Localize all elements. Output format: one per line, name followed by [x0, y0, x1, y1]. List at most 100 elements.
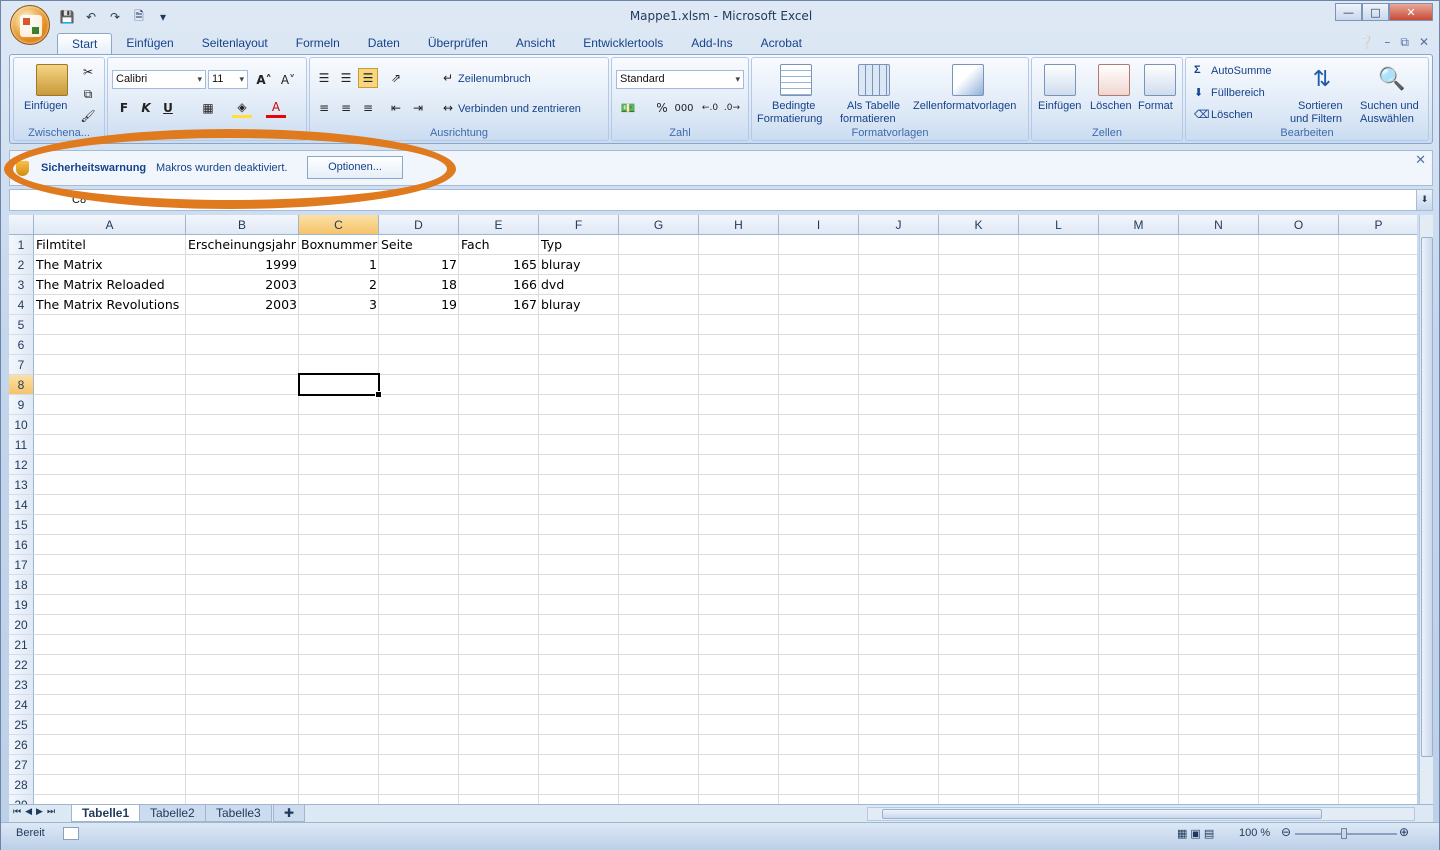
column-header-n[interactable]: N [1179, 215, 1259, 235]
decrease-decimal-icon[interactable]: .0→ [722, 98, 742, 118]
zoom-in-icon[interactable]: ⊕ [1399, 825, 1409, 839]
merge-center-icon[interactable]: ↔ [438, 98, 458, 118]
paste-button[interactable]: Einfügen [24, 100, 67, 112]
page-layout-view-icon[interactable]: ▣ [1190, 827, 1200, 840]
row-header-10[interactable]: 10 [9, 415, 34, 435]
row-header-17[interactable]: 17 [9, 555, 34, 575]
workbook-minimize-icon[interactable]: – [1384, 35, 1390, 50]
row-header-3[interactable]: 3 [9, 275, 34, 295]
row-header-29[interactable]: 29 [9, 795, 34, 804]
row-header-1[interactable]: 1 [9, 235, 34, 255]
tab-formeln[interactable]: Formeln [282, 33, 354, 55]
zoom-level[interactable]: 100 % [1239, 827, 1270, 839]
column-header-b[interactable]: B [186, 215, 299, 235]
row-header-16[interactable]: 16 [9, 535, 34, 555]
cell-styles-button[interactable]: Zellenformatvorlagen [913, 100, 1016, 112]
cell-a3[interactable]: The Matrix Reloaded [34, 275, 186, 295]
cell-d2[interactable]: 17 [379, 255, 459, 275]
decrease-indent-icon[interactable]: ⇤ [386, 98, 406, 118]
workbook-restore-icon[interactable]: ⧉ [1400, 35, 1409, 50]
paste-icon[interactable] [36, 64, 68, 96]
tab-ueberpruefen[interactable]: Überprüfen [414, 33, 502, 55]
find-select-label-2[interactable]: Auswählen [1360, 113, 1414, 125]
sheet-tab-tabelle1[interactable]: Tabelle1 [71, 805, 141, 822]
row-header-25[interactable]: 25 [9, 715, 34, 735]
align-right-icon[interactable]: ≡ [358, 98, 378, 118]
office-button[interactable] [10, 5, 50, 45]
column-header-i[interactable]: I [779, 215, 859, 235]
cell-b2[interactable]: 1999 [186, 255, 299, 275]
cell-a4[interactable]: The Matrix Revolutions [34, 295, 186, 315]
sort-filter-label-2[interactable]: und Filtern [1290, 113, 1342, 125]
customize-qat-icon[interactable]: ▾ [153, 8, 173, 26]
cell-e2[interactable]: 165 [459, 255, 539, 275]
name-box[interactable]: C8 [10, 190, 180, 210]
row-header-9[interactable]: 9 [9, 395, 34, 415]
cell-e1[interactable]: Fach [459, 235, 539, 255]
currency-icon[interactable]: 💵 [618, 98, 638, 118]
tab-start[interactable]: Start [57, 33, 113, 55]
cell-a2[interactable]: The Matrix [34, 255, 186, 275]
format-as-table-label-1[interactable]: Als Tabelle [847, 100, 900, 112]
row-header-22[interactable]: 22 [9, 655, 34, 675]
delete-cells-button[interactable]: Löschen [1090, 100, 1132, 112]
cell-f4[interactable]: bluray [539, 295, 619, 315]
close-button[interactable]: ✕ [1389, 3, 1433, 21]
column-header-j[interactable]: J [859, 215, 939, 235]
cell-f3[interactable]: dvd [539, 275, 619, 295]
column-header-c[interactable]: C [299, 215, 379, 235]
wrap-text-button[interactable]: Zeilenumbruch [458, 73, 531, 85]
workbook-close-icon[interactable]: ✕ [1419, 35, 1429, 50]
fill-icon[interactable]: ⬇ [1194, 86, 1203, 99]
align-center-icon[interactable]: ≡ [336, 98, 356, 118]
cell-d1[interactable]: Seite [379, 235, 459, 255]
sort-filter-icon[interactable]: ⇅ [1306, 64, 1338, 96]
row-header-5[interactable]: 5 [9, 315, 34, 335]
format-cells-icon[interactable] [1144, 64, 1176, 96]
options-button[interactable]: Optionen... [307, 156, 403, 179]
select-all-corner[interactable] [9, 215, 34, 235]
column-header-l[interactable]: L [1019, 215, 1099, 235]
macro-record-icon[interactable] [63, 827, 79, 840]
cell-a1[interactable]: Filmtitel [34, 235, 186, 255]
copy-icon[interactable]: ⧉ [78, 84, 98, 104]
row-header-14[interactable]: 14 [9, 495, 34, 515]
cell-d3[interactable]: 18 [379, 275, 459, 295]
autosum-icon[interactable]: Σ [1194, 64, 1201, 76]
expand-formula-icon[interactable]: ⬇ [1416, 190, 1432, 210]
shrink-font-icon[interactable]: A˅ [278, 70, 298, 90]
insert-sheet-icon[interactable]: ✚ [273, 805, 306, 822]
cell-c1[interactable]: Boxnummer [299, 235, 379, 255]
format-as-table-label-2[interactable]: formatieren [840, 113, 896, 125]
horizontal-scroll-thumb[interactable] [882, 809, 1322, 819]
cell-e4[interactable]: 167 [459, 295, 539, 315]
row-header-26[interactable]: 26 [9, 735, 34, 755]
column-header-h[interactable]: H [699, 215, 779, 235]
tab-daten[interactable]: Daten [354, 33, 414, 55]
conditional-format-icon[interactable] [780, 64, 812, 96]
underline-button[interactable]: U [158, 98, 178, 118]
cell-f2[interactable]: bluray [539, 255, 619, 275]
row-header-27[interactable]: 27 [9, 755, 34, 775]
worksheet-grid[interactable]: A B C D E F G H I J K L M N O P 1 2 3 4 5 6 7 8 9 10 11 12 13 14 15 16 1… [9, 215, 1417, 804]
horizontal-scrollbar[interactable] [867, 807, 1415, 821]
print-preview-icon[interactable]: 🗎 [129, 8, 149, 26]
percent-button[interactable]: % [652, 98, 672, 118]
orientation-icon[interactable]: ⇗ [386, 68, 406, 88]
minimize-button[interactable]: — [1335, 3, 1362, 21]
format-cells-button[interactable]: Format [1138, 100, 1173, 112]
tab-einfuegen[interactable]: Einfügen [112, 33, 187, 55]
clear-icon[interactable]: ⌫ [1194, 108, 1210, 121]
prev-sheet-icon[interactable]: ◀ [25, 807, 32, 817]
help-icon[interactable]: ❔ [1359, 35, 1374, 50]
format-painter-icon[interactable]: 🖌 [78, 106, 98, 126]
conditional-format-label-1[interactable]: Bedingte [772, 100, 815, 112]
insert-cells-icon[interactable] [1044, 64, 1076, 96]
column-header-p[interactable]: P [1339, 215, 1417, 235]
column-header-e[interactable]: E [459, 215, 539, 235]
clear-button[interactable]: Löschen [1211, 109, 1253, 121]
sheet-tab-tabelle3[interactable]: Tabelle3 [205, 805, 272, 822]
increase-decimal-icon[interactable]: ←.0 [700, 98, 720, 118]
cell-c3[interactable]: 2 [299, 275, 379, 295]
merge-center-button[interactable]: Verbinden und zentrieren [458, 103, 581, 115]
